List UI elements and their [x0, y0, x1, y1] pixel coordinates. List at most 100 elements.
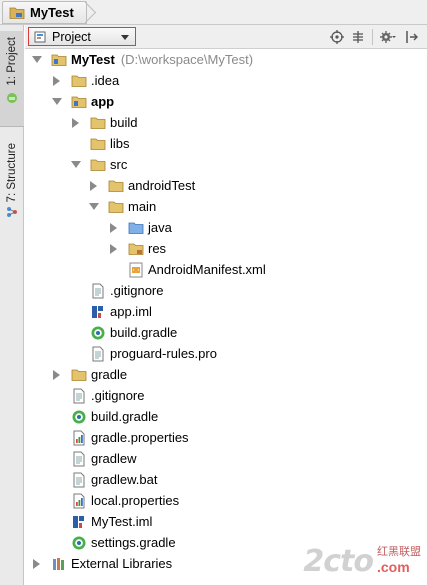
watermark-logo: 2cto: [303, 544, 374, 579]
tree-item-label: AndroidManifest.xml: [148, 262, 266, 277]
gear-icon[interactable]: [379, 28, 397, 46]
folder-icon: [90, 159, 106, 171]
tree-item[interactable]: libs: [71, 133, 130, 154]
tree-item-label: .idea: [91, 73, 120, 88]
tree-item[interactable]: src: [71, 154, 127, 175]
tab-project-label: 1: Project: [6, 37, 18, 86]
tree-item-label: main: [128, 199, 157, 214]
folder-icon: [108, 180, 124, 192]
tree-item-path-hint: (D:\workspace\MyTest): [120, 52, 254, 67]
tree-item-label: MyTest.iml: [91, 514, 153, 529]
expanded-arrow-icon[interactable]: [89, 203, 99, 210]
folder-icon: [108, 201, 124, 213]
expanded-arrow-icon[interactable]: [32, 56, 42, 63]
text-file-icon: [73, 472, 85, 487]
tab-structure[interactable]: 7: Structure: [0, 143, 24, 227]
view-selector-label: Project: [52, 29, 91, 44]
collapsed-arrow-icon[interactable]: [110, 222, 117, 233]
chevron-down-icon: [121, 35, 129, 40]
xml-file-icon: [129, 262, 143, 277]
view-selector-dropdown[interactable]: Project: [28, 27, 136, 46]
watermark-cn: 红黑联盟: [377, 546, 421, 558]
tree-item-label: build.gradle: [91, 409, 159, 424]
collapsed-arrow-icon[interactable]: [33, 558, 40, 569]
collapsed-arrow-icon[interactable]: [53, 75, 60, 86]
gradle-file-icon: [72, 410, 86, 423]
tree-item[interactable]: proguard-rules.pro: [71, 343, 217, 364]
gradle-file-icon: [91, 326, 105, 339]
project-view-icon: [34, 31, 46, 42]
tree-item-label: androidTest: [128, 178, 196, 193]
tree-item[interactable]: External Libraries: [32, 553, 172, 574]
tree-item[interactable]: MyTest (D:\workspace\MyTest): [32, 49, 253, 70]
tree-item[interactable]: androidTest: [89, 175, 195, 196]
toolbar-divider: [372, 29, 373, 45]
tree-item[interactable]: local.properties: [52, 490, 179, 511]
properties-file-icon: [73, 493, 85, 508]
text-file-icon: [73, 451, 85, 466]
expanded-arrow-icon[interactable]: [52, 98, 62, 105]
project-title: MyTest: [30, 5, 74, 20]
collapsed-arrow-icon[interactable]: [110, 243, 117, 254]
tree-item[interactable]: .gitignore: [52, 385, 144, 406]
tree-item-label: proguard-rules.pro: [110, 346, 217, 361]
tree-item-label: .gitignore: [110, 283, 164, 298]
tree-item-label: .gitignore: [91, 388, 145, 403]
tree-item[interactable]: .idea: [52, 70, 119, 91]
tree-item-label: settings.gradle: [91, 535, 176, 550]
tree-item[interactable]: build.gradle: [71, 322, 177, 343]
tree-item[interactable]: main: [89, 196, 156, 217]
tree-item[interactable]: build: [71, 112, 137, 133]
tree-item[interactable]: .gitignore: [71, 280, 163, 301]
text-file-icon: [73, 388, 85, 403]
android-icon: [7, 92, 17, 103]
tree-item[interactable]: gradle: [52, 364, 127, 385]
tree-item-label: app.iml: [110, 304, 152, 319]
tree-item[interactable]: build.gradle: [52, 406, 158, 427]
pin-icon[interactable]: [403, 28, 421, 46]
folder-icon: [71, 369, 87, 381]
folder-icon: [90, 138, 106, 150]
tree-item-label: gradle.properties: [91, 430, 189, 445]
module-folder-icon: [71, 96, 87, 108]
tree-item[interactable]: gradle.properties: [52, 427, 189, 448]
title-bar: MyTest: [0, 0, 427, 25]
tree-item[interactable]: settings.gradle: [52, 532, 176, 553]
folder-icon: [71, 75, 87, 87]
tree-item-label: app: [91, 94, 115, 109]
collapsed-arrow-icon[interactable]: [53, 369, 60, 380]
watermark-side: 红黑联盟 .com: [377, 543, 421, 575]
tree-item[interactable]: java: [109, 217, 172, 238]
tab-project[interactable]: 1: Project: [0, 31, 24, 127]
tree-item[interactable]: MyTest.iml: [52, 511, 152, 532]
tree-item-label: build.gradle: [110, 325, 178, 340]
tree-item[interactable]: AndroidManifest.xml: [109, 259, 266, 280]
resource-folder-icon: [128, 243, 144, 255]
collapsed-arrow-icon[interactable]: [72, 117, 79, 128]
tool-window-strip: 1: Project 7: Structure: [0, 25, 24, 585]
libraries-icon: [53, 557, 64, 570]
tree-item-label: src: [110, 157, 128, 172]
tree-item[interactable]: app: [52, 91, 114, 112]
tree-item[interactable]: res: [109, 238, 166, 259]
tree-item[interactable]: app.iml: [71, 301, 152, 322]
tree-item-label: External Libraries: [71, 556, 173, 571]
iml-file-icon: [92, 305, 103, 318]
breadcrumb[interactable]: MyTest: [2, 1, 87, 24]
collapse-all-icon[interactable]: [349, 28, 367, 46]
tree-item-label: MyTest: [71, 52, 115, 67]
locate-icon[interactable]: [328, 28, 346, 46]
text-file-icon: [92, 346, 104, 361]
folder-icon: [90, 117, 106, 129]
properties-file-icon: [73, 430, 85, 445]
expanded-arrow-icon[interactable]: [71, 161, 81, 168]
tree-item[interactable]: gradlew: [52, 448, 137, 469]
module-folder-icon: [51, 54, 67, 66]
tree-item-label: java: [148, 220, 172, 235]
tree-item[interactable]: gradlew.bat: [52, 469, 158, 490]
iml-file-icon: [73, 515, 84, 528]
collapsed-arrow-icon[interactable]: [90, 180, 97, 191]
tree-item-label: gradlew.bat: [91, 472, 158, 487]
source-folder-icon: [128, 222, 144, 234]
gradle-file-icon: [72, 536, 86, 549]
